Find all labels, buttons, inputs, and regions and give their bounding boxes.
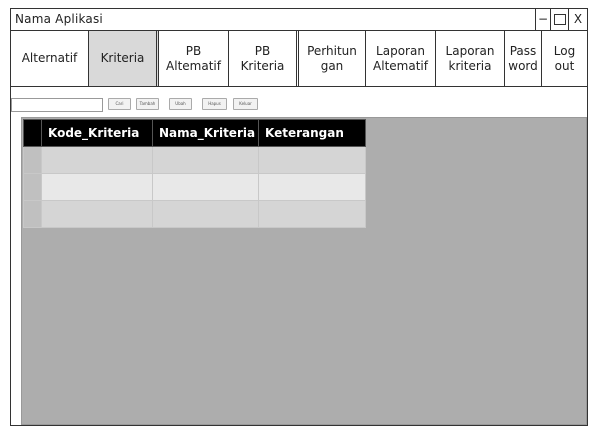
row-header-corner <box>23 119 42 147</box>
ubah-button[interactable]: Ubah <box>169 98 192 110</box>
app-window: Nama Aplikasi − X Alternatif Kriteria PB… <box>10 8 588 426</box>
table-header-row: Kode_Kriteria Nama_Kriteria Keterangan <box>23 119 366 147</box>
hapus-button[interactable]: Hapus <box>202 98 227 110</box>
tab-laporan-kriteria[interactable]: Laporan kriteria <box>436 31 505 86</box>
minimize-button[interactable]: − <box>535 9 550 30</box>
tab-pb-alternatif[interactable]: PB Altematif <box>159 31 229 86</box>
table-cell[interactable] <box>258 146 366 174</box>
close-button[interactable]: X <box>568 9 587 30</box>
row-header[interactable] <box>23 173 42 201</box>
column-header-kode-kriteria[interactable]: Kode_Kriteria <box>41 119 153 147</box>
table-cell[interactable] <box>152 146 259 174</box>
tab-laporan-alternatif[interactable]: Laporan Altematif <box>366 31 436 86</box>
column-header-nama-kriteria[interactable]: Nama_Kriteria <box>152 119 259 147</box>
table-cell[interactable] <box>152 173 259 201</box>
table-row[interactable] <box>23 200 366 228</box>
data-grid-panel: Kode_Kriteria Nama_Kriteria Keterangan <box>21 117 587 425</box>
table-row[interactable] <box>23 173 366 201</box>
tab-perhitungan[interactable]: Perhitun gan <box>299 31 366 86</box>
tab-password[interactable]: Pass word <box>505 31 542 86</box>
maximize-icon <box>553 14 566 25</box>
window-title: Nama Aplikasi <box>15 12 103 26</box>
table-cell[interactable] <box>152 200 259 228</box>
tab-bar: Alternatif Kriteria PB Altematif PB Krit… <box>11 31 587 87</box>
table-cell[interactable] <box>41 173 153 201</box>
row-header[interactable] <box>23 200 42 228</box>
row-header[interactable] <box>23 146 42 174</box>
title-bar: Nama Aplikasi − X <box>11 9 587 31</box>
tambah-button[interactable]: Tambah <box>136 98 159 110</box>
tab-pb-kriteria[interactable]: PB Kriteria <box>229 31 299 86</box>
kriteria-table: Kode_Kriteria Nama_Kriteria Keterangan <box>23 119 366 228</box>
search-input[interactable] <box>11 98 103 112</box>
keluar-button[interactable]: Keluar <box>233 98 258 110</box>
table-cell[interactable] <box>41 146 153 174</box>
table-cell[interactable] <box>41 200 153 228</box>
table-row[interactable] <box>23 146 366 174</box>
tab-logout[interactable]: Log out <box>542 31 587 86</box>
table-cell[interactable] <box>258 173 366 201</box>
toolbar: Cari Tambah Ubah Hapus Keluar <box>11 97 587 112</box>
cari-button[interactable]: Cari <box>108 98 131 110</box>
table-cell[interactable] <box>258 200 366 228</box>
tab-kriteria[interactable]: Kriteria <box>89 31 159 86</box>
maximize-button[interactable] <box>550 9 568 30</box>
column-header-keterangan[interactable]: Keterangan <box>258 119 366 147</box>
tab-alternatif[interactable]: Alternatif <box>11 31 89 86</box>
